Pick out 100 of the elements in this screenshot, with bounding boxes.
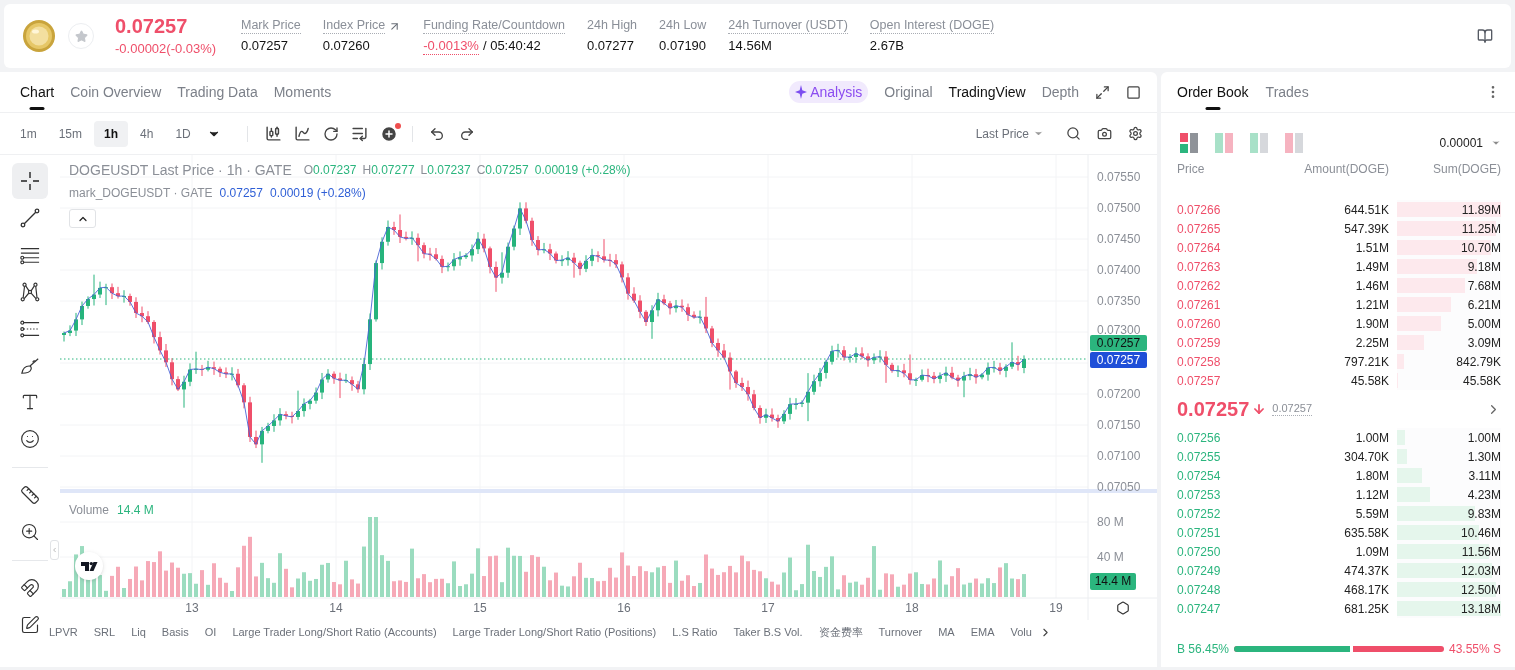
stat-value: -0.0013% <box>423 37 479 55</box>
expand-icon[interactable] <box>1095 84 1110 100</box>
settings-icon[interactable] <box>1116 601 1130 615</box>
stat-value: 0.07190 <box>659 38 707 54</box>
ask-price: 0.07263 <box>1177 258 1222 276</box>
ask-sum: 7.68M <box>1467 277 1501 295</box>
indicator-tab[interactable]: 资金费率 <box>818 623 863 641</box>
price-axis-label: 0.07200 <box>1097 387 1141 401</box>
indicator-tab[interactable]: MA <box>938 623 955 641</box>
indicator-tab[interactable]: LPVR <box>49 623 78 641</box>
smiley-icon <box>20 429 40 450</box>
countdown: / 05:40:42 <box>482 38 541 54</box>
ask-sum: 10.70M <box>1460 239 1501 257</box>
layout-button[interactable] <box>1180 133 1198 153</box>
bid-sum: 13.18M <box>1460 600 1501 618</box>
chart-tab[interactable]: Moments <box>273 72 332 112</box>
drawing-tool-button[interactable] <box>12 163 48 199</box>
ohlc-value: O0.07237 <box>303 162 357 179</box>
sparkle-icon <box>795 85 808 99</box>
bid-sum: 4.23M <box>1467 486 1501 504</box>
ask-sum: 11.25M <box>1461 220 1501 238</box>
redo-icon[interactable] <box>458 125 475 142</box>
settings-icon[interactable] <box>1128 126 1143 141</box>
chart-tab[interactable]: Coin Overview <box>70 72 162 112</box>
ask-price: 0.07258 <box>1177 353 1222 371</box>
collapse-legend-button[interactable] <box>69 209 96 228</box>
ask-amount: 1.46M <box>1355 277 1389 295</box>
column-header: Sum(DOGE) <box>1432 161 1501 178</box>
price-source-dropdown[interactable]: Last Price <box>975 124 1044 143</box>
ask-price: 0.07260 <box>1177 315 1222 333</box>
view-tab[interactable]: TradingView <box>948 81 1026 103</box>
ask-amount: 45.58K <box>1350 372 1389 390</box>
interval-button[interactable]: 1D <box>165 120 201 147</box>
ask-amount: 547.39K <box>1344 220 1389 238</box>
list-icon[interactable] <box>350 125 368 142</box>
bid-sum: 3.11M <box>1468 467 1501 485</box>
indicator-tab[interactable]: Turnover <box>878 623 923 641</box>
indicator-tab[interactable]: SRL <box>93 623 116 641</box>
ask-price: 0.07259 <box>1177 334 1222 352</box>
indicator-tab[interactable]: OI <box>204 623 217 641</box>
bid-price: 0.07251 <box>1177 524 1222 542</box>
chart-tab[interactable]: Chart <box>20 72 55 112</box>
indicator-tab[interactable]: Large Trader Long/Short Ratio (Positions) <box>452 623 657 641</box>
bid-sum: 1.00M <box>1467 429 1501 447</box>
view-tab[interactable]: Depth <box>1041 81 1079 103</box>
ask-price: 0.07261 <box>1177 296 1222 314</box>
interval-button[interactable]: 1h <box>94 120 129 147</box>
interval-button[interactable]: 4h <box>130 120 164 147</box>
dotted-lines-icon <box>20 318 40 339</box>
ohlc-value: H0.07277 <box>362 162 415 179</box>
time-axis-label: 16 <box>617 601 631 615</box>
interval-button[interactable]: 15m <box>48 120 92 147</box>
time-axis-label: 18 <box>905 601 919 615</box>
indicator-tab[interactable]: Taker B.S Vol. <box>733 623 803 641</box>
interval-button[interactable]: 1m <box>10 120 47 147</box>
indicator-tab[interactable]: L.S Ratio <box>672 623 718 641</box>
bid-sum: 1.30M <box>1467 448 1501 466</box>
camera-icon[interactable] <box>1097 126 1112 141</box>
ask-amount: 644.51K <box>1344 201 1389 219</box>
analysis-button[interactable]: Analysis <box>789 81 869 103</box>
column-header: Amount(DOGE) <box>1304 161 1389 178</box>
price-axis-label: 0.07400 <box>1097 263 1141 277</box>
mark-price-tag: 0.07257 <box>1090 352 1147 368</box>
stat-value: 0.07260 <box>322 38 370 54</box>
candlestick-icon[interactable] <box>264 125 282 142</box>
chart-tab[interactable]: Trading Data <box>177 72 258 112</box>
bid-price: 0.07248 <box>1177 581 1222 599</box>
last-price: 0.07257 <box>115 14 189 38</box>
mark-price-value: 0.07257 <box>219 185 263 202</box>
side-panel-toggle[interactable] <box>50 540 59 560</box>
price-axis-label: 0.07350 <box>1097 294 1141 308</box>
connected-points-icon <box>20 281 40 302</box>
stat-label: Index Price <box>322 18 386 34</box>
window-icon[interactable] <box>1126 84 1141 100</box>
add-circle-icon[interactable] <box>379 124 398 143</box>
rotate-icon[interactable] <box>322 125 339 142</box>
order-book-tab[interactable]: Order Book <box>1177 72 1249 112</box>
stat-label: Open Interest (DOGE) <box>869 18 995 34</box>
indicator-tab[interactable]: Large Trader Long/Short Ratio (Accounts) <box>232 623 437 641</box>
search-icon[interactable] <box>1066 126 1081 141</box>
undo-icon[interactable] <box>428 125 445 142</box>
bid-sum: 12.50M <box>1460 581 1501 599</box>
view-tab[interactable]: Original <box>884 81 933 103</box>
volume-value: 14.4 M <box>117 502 154 519</box>
indicator-tab[interactable]: EMA <box>970 623 995 641</box>
indicator-tab[interactable]: Basis <box>161 623 189 641</box>
order-book-tab[interactable]: Trades <box>1265 72 1309 112</box>
line-chart-icon[interactable] <box>293 125 311 142</box>
mark-price-change: 0.00019 (+0.28%) <box>269 185 366 202</box>
volume-label: Volume <box>69 502 110 519</box>
precision-dropdown[interactable]: 0.00001 <box>1439 134 1501 152</box>
caret-down-icon <box>1491 138 1501 148</box>
bid-price: 0.07255 <box>1177 448 1222 466</box>
bid-amount: 304.70K <box>1344 448 1389 466</box>
stat-value: 2.67B <box>869 38 904 54</box>
indicator-tab[interactable]: Volu <box>1010 623 1032 641</box>
time-axis-label: 15 <box>473 601 487 615</box>
indicator-tab[interactable]: Liq <box>131 623 146 641</box>
split-columns-icon <box>1180 133 1198 153</box>
book-icon[interactable] <box>1477 28 1493 44</box>
